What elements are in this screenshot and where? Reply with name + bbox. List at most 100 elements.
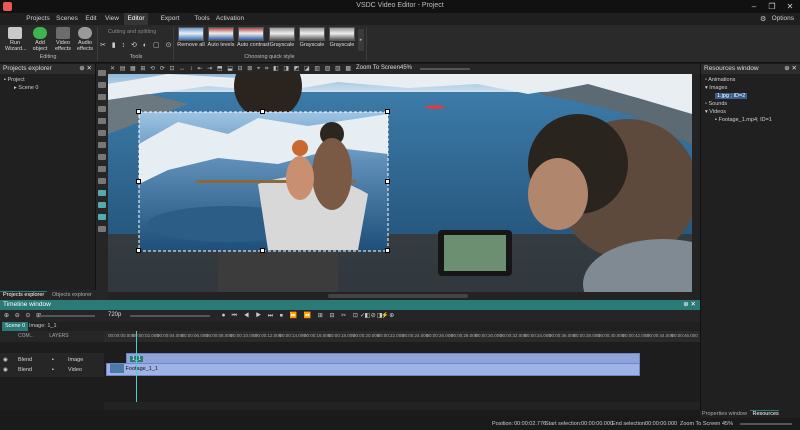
end-selection-value: 00:00:00.000	[645, 421, 678, 427]
status-zoom-slider[interactable]	[740, 423, 792, 425]
canvas-vertical-scrollbar[interactable]	[692, 74, 700, 292]
playhead[interactable]	[136, 331, 137, 410]
add-object-button[interactable]: Add object	[30, 27, 50, 52]
style-remove-all[interactable]: Remove all	[177, 27, 205, 48]
tree-item-sounds[interactable]: ▫ Sounds	[705, 100, 800, 108]
status-zoom-label[interactable]: Zoom To Screen	[680, 418, 720, 430]
menu-edit[interactable]: Edit	[82, 13, 100, 25]
timeline-tabs: Scene 0 Image: 1_1	[0, 322, 700, 331]
timeline-ruler[interactable]: 00:00:00.000 00:00:02.000 00:00:04.000 00:0…	[104, 331, 700, 342]
resize-handle[interactable]	[136, 109, 141, 114]
volume-slider[interactable]	[130, 315, 210, 317]
options-button[interactable]: Options	[772, 13, 794, 25]
chart-icon[interactable]	[98, 142, 106, 148]
options-gear-icon[interactable]: ⚙	[760, 15, 766, 23]
ruler-tick: 00:00:38.000	[573, 333, 600, 338]
panel-pin-icon[interactable]: ⊕ ✕	[79, 64, 92, 74]
resize-handle[interactable]	[385, 109, 390, 114]
menu-scenes[interactable]: Scenes	[54, 13, 80, 25]
scene-canvas[interactable]	[108, 74, 692, 292]
pointer-icon[interactable]	[98, 70, 106, 76]
video-clip[interactable]: Footage_1_1	[106, 363, 640, 376]
style-auto-levels[interactable]: Auto levels	[207, 27, 235, 48]
resize-handle[interactable]	[260, 248, 265, 253]
eye-icon[interactable]: ◉	[3, 363, 8, 377]
tree-item-images[interactable]: ▾ Images	[705, 84, 800, 92]
align-left-icon[interactable]	[98, 190, 106, 196]
right-panel-tabs: Properties window Resources window	[700, 410, 800, 425]
style-grayscale-3[interactable]: Grayscale	[328, 27, 356, 48]
zoom-to-screen-label[interactable]: Zoom To Screen	[356, 65, 400, 71]
tab-image[interactable]: Image: 1_1	[26, 322, 60, 331]
resize-handle[interactable]	[385, 179, 390, 184]
resources-title: Resources window	[704, 65, 759, 72]
tools-icon-row[interactable]: ✂ ▮ ↕ ⟲ ◐ ▢ ⊙	[100, 41, 173, 49]
timeline-title: Timeline window	[3, 301, 51, 308]
ruler-tick: 00:00:30.000	[475, 333, 502, 338]
tab-properties-window[interactable]: Properties window	[700, 411, 749, 417]
shape-icon[interactable]	[98, 106, 106, 112]
pen-icon[interactable]	[98, 130, 106, 136]
resize-handle[interactable]	[136, 179, 141, 184]
maximize-button[interactable]: ❐	[764, 1, 780, 12]
style-scroll-button[interactable]: ▸	[358, 29, 364, 51]
canvas-horizontal-scrollbar[interactable]	[108, 292, 700, 300]
audio-icon[interactable]	[98, 154, 106, 160]
ribbon-divider	[97, 27, 98, 61]
zoom-slider[interactable]	[420, 68, 470, 70]
close-button[interactable]: ✕	[782, 1, 798, 12]
tab-scene-0[interactable]: Scene 0	[2, 322, 29, 331]
resize-handle[interactable]	[385, 248, 390, 253]
status-zoom-value[interactable]: 45%	[722, 418, 733, 430]
menu-editor[interactable]: Editor	[124, 13, 148, 25]
edit-tool-icons[interactable]: ✓ ⊘ ⚡	[360, 312, 391, 319]
align-center-icon[interactable]	[98, 202, 106, 208]
zoom-value[interactable]: 45%	[400, 65, 412, 71]
editor-tool-icons[interactable]: ✕ ▤ ▦ ⊞ ⟲ ⟳ ⊡ ↔ ↕ ⇤ ⇥ ⬒ ⬓ ⊟ ⊠ ⌖ ⌗ ◧ ◨ ◩ …	[110, 65, 353, 73]
menu-export-project[interactable]: Export project	[150, 13, 190, 34]
text-icon[interactable]	[98, 82, 106, 88]
resolution-select[interactable]: 720p	[108, 312, 121, 318]
style-auto-contrast[interactable]: Auto contrast	[237, 27, 269, 48]
tree-item-project[interactable]: ▪ Project	[4, 76, 95, 84]
lock-icon[interactable]: ▪	[52, 363, 54, 377]
timeline-zoom-slider[interactable]	[40, 315, 95, 317]
resize-handle[interactable]	[260, 109, 265, 114]
timeline-scrollbar[interactable]	[104, 402, 700, 410]
scrollbar-thumb[interactable]	[328, 294, 468, 298]
style-grayscale-1[interactable]: Grayscale	[268, 27, 296, 48]
cutting-splitting-label[interactable]: Cutting and splitting	[108, 29, 156, 35]
tree-item-scene[interactable]: ▸ Scene 0	[4, 84, 95, 92]
minimize-button[interactable]: –	[746, 1, 762, 12]
video-effects-button[interactable]: Video effects	[53, 27, 73, 52]
blend-select[interactable]: Blend	[18, 363, 32, 377]
tree-item-videos[interactable]: ▾ Videos	[705, 108, 800, 116]
title-bar: VSDC Video Editor - Project – ❐ ✕	[0, 0, 800, 13]
timeline-zoom-icons[interactable]: ⊕ ⊖ ⊙ ⊞	[4, 312, 43, 319]
move-icon[interactable]	[98, 226, 106, 232]
tab-objects-explorer[interactable]: Objects explorer	[49, 292, 95, 298]
panel-pin-icon[interactable]: ⊕ ✕	[683, 300, 696, 310]
tree-label: Project	[7, 77, 25, 83]
resize-handle[interactable]	[136, 248, 141, 253]
run-wizard-button[interactable]: Run Wizard...	[5, 27, 27, 52]
menu-view[interactable]: View	[102, 13, 122, 25]
audio-effects-button[interactable]: Audio effects	[75, 27, 95, 52]
ruler-tick: 00:00:20.000	[353, 333, 380, 338]
tree-item-video-file[interactable]: ▪ Footage_1.mp4; ID=1	[705, 116, 800, 124]
menu-projects[interactable]: Projects	[24, 13, 52, 25]
align-right-icon[interactable]	[98, 214, 106, 220]
menu-tools[interactable]: Tools	[192, 13, 212, 25]
style-grayscale-2[interactable]: Grayscale	[298, 27, 326, 48]
subtitle-icon[interactable]	[98, 166, 106, 172]
panel-pin-icon[interactable]: ⊕ ✕	[784, 64, 797, 74]
start-selection-value: 00:00:00.000	[581, 421, 614, 427]
image-icon[interactable]	[98, 94, 106, 100]
tab-projects-explorer[interactable]: Projects explorer	[0, 291, 48, 298]
tree-item-image-file[interactable]: 1.jpg ; ID=2	[705, 92, 800, 100]
tree-item-animations[interactable]: ▫ Animations	[705, 76, 800, 84]
style-thumb	[178, 27, 204, 41]
ellipse-icon[interactable]	[98, 118, 106, 124]
menu-activation[interactable]: Activation	[214, 13, 246, 25]
chart-bar-icon[interactable]	[98, 178, 106, 184]
